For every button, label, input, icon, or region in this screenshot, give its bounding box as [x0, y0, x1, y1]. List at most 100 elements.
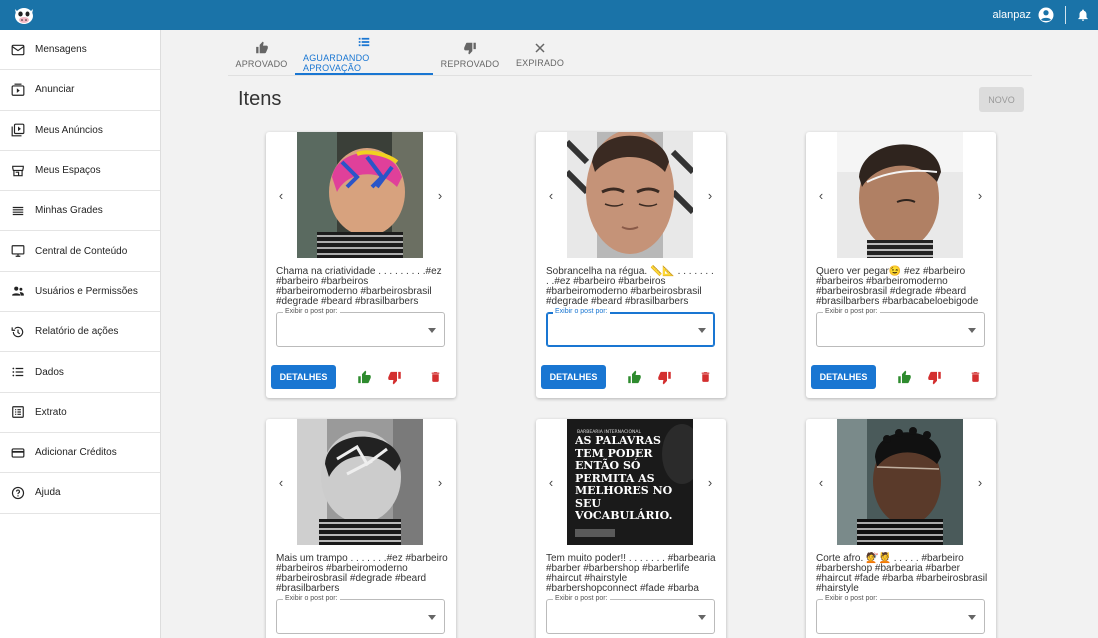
post-image: [297, 132, 423, 258]
chevron-right-icon[interactable]: ›: [704, 188, 716, 203]
sidebar-item-minhas-grades[interactable]: Minhas Grades: [0, 191, 160, 232]
display-post-select[interactable]: Exibir o post por:: [276, 307, 445, 347]
post-image: [837, 132, 963, 258]
cow-logo-icon[interactable]: [12, 4, 36, 26]
video-library-icon: [10, 122, 26, 138]
select-label: Exibir o post por:: [553, 307, 610, 316]
post-card: ‹ › Sobrancelha na régua. 📏📐 . . . . . .…: [536, 132, 726, 398]
details-button[interactable]: DETALHES: [541, 365, 606, 389]
caret-down-icon: [968, 328, 976, 333]
tab-expirado[interactable]: EXPIRADO: [507, 34, 573, 75]
sidebar-item-label: Extrato: [35, 406, 67, 418]
thumb-up-icon: [255, 41, 268, 53]
post-image: [297, 419, 423, 545]
chevron-left-icon[interactable]: ‹: [545, 188, 557, 203]
post-card: ‹ › Chama na criatividade . . . . . . . …: [266, 132, 456, 398]
sidebar-item-label: Central de Conteúdo: [35, 245, 128, 257]
display-post-select[interactable]: Exibir o post por:: [276, 594, 445, 634]
page-title: Itens: [238, 88, 282, 110]
sidebar-item-usuarios[interactable]: Usuários e Permissões: [0, 272, 160, 313]
details-button[interactable]: DETALHES: [271, 365, 336, 389]
reject-thumb-down-icon[interactable]: [656, 369, 672, 385]
list-icon: [358, 37, 370, 46]
play-folder-icon: [10, 82, 26, 98]
sidebar-item-mensagens[interactable]: Mensagens: [0, 30, 160, 71]
credit-card-icon: [10, 445, 26, 461]
bell-icon[interactable]: [1076, 8, 1090, 22]
post-caption: Chama na criatividade . . . . . . . . .#…: [276, 266, 442, 307]
caret-down-icon: [968, 615, 976, 620]
users-icon: [10, 283, 26, 299]
sidebar-item-label: Minhas Grades: [35, 205, 103, 217]
account-circle-icon[interactable]: [1037, 6, 1055, 24]
sidebar-item-dados[interactable]: Dados: [0, 352, 160, 393]
select-label: Exibir o post por:: [823, 307, 880, 316]
sidebar-item-extrato[interactable]: Extrato: [0, 393, 160, 433]
post-caption: Sobrancelha na régua. 📏📐 . . . . . . . .…: [546, 266, 714, 307]
approve-thumb-up-icon[interactable]: [356, 369, 372, 385]
sidebar-item-central-conteudo[interactable]: Central de Conteúdo: [0, 231, 160, 272]
sidebar-item-meus-anuncios[interactable]: Meus Anúncios: [0, 111, 160, 151]
sidebar-item-meus-espacos[interactable]: Meus Espaços: [0, 151, 160, 192]
sidebar-item-label: Meus Anúncios: [35, 124, 103, 136]
caret-down-icon: [698, 328, 706, 333]
sidebar-item-label: Mensagens: [35, 44, 87, 56]
sidebar-item-ajuda[interactable]: Ajuda: [0, 473, 160, 514]
sidebar-item-label: Dados: [35, 366, 64, 378]
sidebar-item-label: Meus Espaços: [35, 165, 101, 177]
sidebar-item-relatorio[interactable]: Relatório de ações: [0, 312, 160, 353]
store-icon: [10, 163, 26, 179]
post-caption: Tem muito poder!! . . . . . . . #barbear…: [546, 553, 716, 594]
chevron-right-icon[interactable]: ›: [434, 475, 446, 490]
sidebar-item-label: Adicionar Créditos: [35, 447, 117, 459]
delete-trash-icon[interactable]: [967, 369, 983, 385]
post-image: [837, 419, 963, 545]
chevron-left-icon[interactable]: ‹: [815, 475, 827, 490]
new-button[interactable]: NOVO: [979, 87, 1024, 112]
username[interactable]: alanpaz: [992, 9, 1031, 21]
caret-down-icon: [698, 615, 706, 620]
chevron-left-icon[interactable]: ‹: [275, 475, 287, 490]
chevron-left-icon[interactable]: ‹: [815, 188, 827, 203]
tab-aguardando-aprovacao[interactable]: AGUARDANDO APROVAÇÃO: [295, 34, 433, 75]
display-post-select[interactable]: Exibir o post por:: [816, 307, 985, 347]
reject-thumb-down-icon[interactable]: [926, 369, 942, 385]
post-caption: Corte afro. 💇💆 . . . . . #barbeiro #barb…: [816, 553, 988, 594]
chevron-right-icon[interactable]: ›: [434, 188, 446, 203]
top-app-bar: alanpaz: [0, 0, 1098, 30]
monitor-icon: [10, 243, 26, 259]
tab-aprovado[interactable]: APROVADO: [228, 34, 295, 75]
sidebar-item-label: Anunciar: [35, 84, 75, 96]
tab-reprovado[interactable]: REPROVADO: [433, 34, 507, 75]
approve-thumb-up-icon[interactable]: [626, 369, 642, 385]
chevron-right-icon[interactable]: ›: [974, 475, 986, 490]
chevron-right-icon[interactable]: ›: [704, 475, 716, 490]
sidebar-item-anunciar[interactable]: Anunciar: [0, 70, 160, 111]
approve-thumb-up-icon[interactable]: [896, 369, 912, 385]
bullet-list-icon: [10, 364, 26, 380]
caret-down-icon: [428, 615, 436, 620]
receipt-icon: [10, 404, 26, 420]
help-icon: [10, 485, 26, 501]
chevron-left-icon[interactable]: ‹: [545, 475, 557, 490]
divider: [1065, 6, 1066, 24]
post-card: ‹ › Corte afro. 💇💆 . . . . . #barbeiro #…: [806, 419, 996, 638]
thumb-down-icon: [464, 42, 476, 54]
delete-trash-icon[interactable]: [697, 369, 713, 385]
sidebar-item-adicionar-creditos[interactable]: Adicionar Créditos: [0, 433, 160, 474]
reject-thumb-down-icon[interactable]: [386, 369, 402, 385]
post-caption: Mais um trampo . . . . . . .#ez #barbeir…: [276, 553, 448, 594]
status-tabs: APROVADO AGUARDANDO APROVAÇÃO REPROVADO …: [228, 34, 573, 75]
sidebar-item-label: Ajuda: [35, 487, 61, 499]
chevron-left-icon[interactable]: ‹: [275, 188, 287, 203]
display-post-select[interactable]: Exibir o post por:: [546, 307, 715, 347]
display-post-select[interactable]: Exibir o post por:: [546, 594, 715, 634]
display-post-select[interactable]: Exibir o post por:: [816, 594, 985, 634]
details-button[interactable]: DETALHES: [811, 365, 876, 389]
select-label: Exibir o post por:: [283, 594, 340, 603]
select-label: Exibir o post por:: [823, 594, 880, 603]
history-icon: [10, 324, 26, 340]
post-image: [567, 132, 693, 258]
chevron-right-icon[interactable]: ›: [974, 188, 986, 203]
delete-trash-icon[interactable]: [427, 369, 443, 385]
